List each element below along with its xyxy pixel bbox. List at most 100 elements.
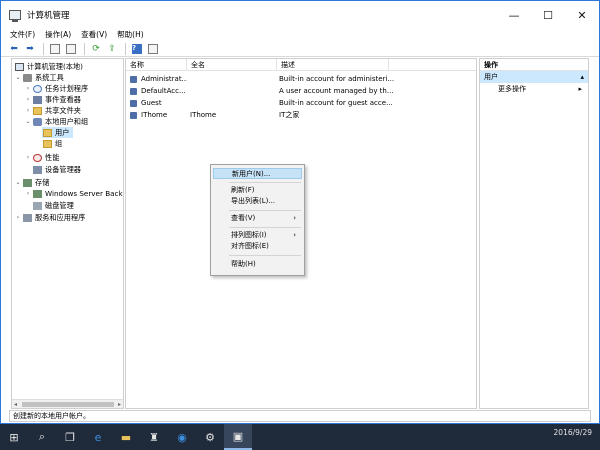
tree-item-label: 存储 bbox=[35, 177, 50, 187]
file-explorer-icon[interactable]: ▬ bbox=[112, 424, 140, 450]
tree-item-root[interactable]: 计算机管理(本地) bbox=[14, 61, 83, 72]
column-header-name[interactable]: 名称 bbox=[126, 59, 187, 71]
context-menu: 新用户(N)... 刷新(F) 导出列表(L)... 查看(V) › 排列图标(… bbox=[210, 164, 305, 276]
task-view-icon[interactable]: ❐ bbox=[56, 424, 84, 450]
user-name: DefaultAcc... bbox=[141, 87, 186, 95]
tree-item-storage[interactable]: ⌄ 存储 bbox=[14, 177, 49, 188]
user-description: Built-in account for guest acce... bbox=[279, 99, 393, 107]
tree-item-services-apps[interactable]: › 服务和应用程序 bbox=[14, 212, 85, 223]
menu-item-help[interactable]: 帮助(H) bbox=[213, 259, 302, 270]
toolbar-separator bbox=[125, 42, 126, 55]
folder-icon bbox=[43, 128, 52, 137]
title-bar[interactable]: 计算机管理 — ☐ ✕ bbox=[1, 1, 599, 29]
tree-item-disk-management[interactable]: 磁盘管理 bbox=[32, 200, 74, 211]
computer-management-taskbar-icon[interactable]: ▣ bbox=[224, 424, 252, 450]
properties-icon[interactable] bbox=[146, 43, 160, 55]
menu-item-label: 查看(V) bbox=[231, 214, 256, 222]
menu-action[interactable]: 操作(A) bbox=[40, 29, 76, 41]
chevron-right-icon[interactable]: › bbox=[24, 85, 32, 92]
column-header-fullname[interactable]: 全名 bbox=[187, 59, 277, 71]
minimize-button[interactable]: — bbox=[497, 1, 531, 29]
menu-item-label: 帮助(H) bbox=[231, 260, 256, 268]
chevron-down-icon[interactable]: ⌄ bbox=[14, 179, 22, 186]
chevron-up-icon[interactable]: ▴ bbox=[580, 71, 584, 83]
chevron-right-icon[interactable]: › bbox=[24, 107, 32, 114]
table-row[interactable]: Administrat... Built-in account for admi… bbox=[126, 74, 476, 85]
user-icon bbox=[130, 88, 137, 95]
tree-item-performance[interactable]: › 性能 bbox=[24, 152, 59, 163]
tree-item-label: 设备管理器 bbox=[45, 164, 81, 174]
tree-item-users[interactable]: 用户 bbox=[42, 127, 74, 138]
user-description: IT之家 bbox=[279, 111, 300, 119]
menu-item-label: 排列图标(I) bbox=[231, 231, 267, 239]
actions-section-users[interactable]: 用户 ▴ bbox=[480, 71, 588, 83]
tree-item-local-users-groups[interactable]: ⌄ 本地用户和组 bbox=[24, 116, 88, 127]
chevron-right-icon[interactable]: › bbox=[24, 96, 32, 103]
taskbar-date: 2016/9/29 bbox=[553, 428, 592, 437]
up-folder-icon[interactable] bbox=[48, 43, 62, 55]
chevron-down-icon[interactable]: ⌄ bbox=[14, 74, 22, 81]
help-icon[interactable]: ? bbox=[130, 43, 144, 55]
search-icon[interactable]: ⌕ bbox=[28, 424, 56, 450]
user-name: IThome bbox=[141, 111, 168, 119]
submenu-arrow-icon: › bbox=[293, 214, 296, 222]
disk-icon bbox=[33, 201, 42, 210]
menu-help[interactable]: 帮助(H) bbox=[112, 29, 149, 41]
menu-item-align-icons[interactable]: 对齐图标(E) bbox=[213, 241, 302, 252]
tools-icon bbox=[23, 73, 32, 82]
export-list-icon[interactable]: ⇪ bbox=[105, 43, 119, 55]
tree-item-shared-folders[interactable]: › 共享文件夹 bbox=[24, 105, 81, 116]
computer-management-icon bbox=[9, 10, 21, 22]
tree-item-windows-server-backup[interactable]: › Windows Server Back bbox=[24, 188, 123, 199]
user-fullname: IThome bbox=[190, 111, 217, 119]
edge-browser-icon[interactable]: e bbox=[84, 424, 112, 450]
tree-item-task-scheduler[interactable]: › 任务计划程序 bbox=[24, 83, 88, 94]
show-tree-icon[interactable] bbox=[64, 43, 78, 55]
more-actions-item[interactable]: 更多操作 ▸ bbox=[480, 83, 588, 95]
menu-item-export-list[interactable]: 导出列表(L)... bbox=[213, 196, 302, 207]
maximize-button[interactable]: ☐ bbox=[531, 1, 565, 29]
forward-arrow-icon[interactable]: ➡ bbox=[23, 43, 37, 55]
menu-item-new-user[interactable]: 新用户(N)... bbox=[213, 168, 302, 179]
back-arrow-icon[interactable]: ⬅ bbox=[7, 43, 21, 55]
tree-item-label: 事件查看器 bbox=[45, 94, 81, 104]
table-row[interactable]: Guest Built-in account for guest acce... bbox=[126, 98, 476, 109]
table-row[interactable]: IThome IThome IT之家 bbox=[126, 110, 476, 121]
scroll-right-icon[interactable]: ▸ bbox=[118, 401, 121, 408]
menu-item-arrange-icons[interactable]: 排列图标(I) › bbox=[213, 230, 302, 241]
scrollbar-thumb[interactable] bbox=[22, 402, 114, 407]
close-button[interactable]: ✕ bbox=[565, 1, 599, 29]
globe-icon[interactable]: ◉ bbox=[168, 424, 196, 450]
chevron-right-icon[interactable]: › bbox=[24, 190, 32, 197]
tree-item-system-tools[interactable]: ⌄ 系统工具 bbox=[14, 72, 64, 83]
tree-item-label: 用户 bbox=[55, 127, 70, 137]
settings-gear-icon[interactable]: ⚙ bbox=[196, 424, 224, 450]
menu-item-view[interactable]: 查看(V) › bbox=[213, 213, 302, 224]
folder-icon bbox=[43, 139, 52, 148]
refresh-icon[interactable]: ⟳ bbox=[89, 43, 103, 55]
tree-item-event-viewer[interactable]: › 事件查看器 bbox=[24, 94, 81, 105]
menu-view[interactable]: 查看(V) bbox=[76, 29, 112, 41]
menu-separator bbox=[229, 255, 301, 256]
menu-file[interactable]: 文件(F) bbox=[5, 29, 40, 41]
store-icon[interactable]: ♜ bbox=[140, 424, 168, 450]
window-title: 计算机管理 bbox=[27, 11, 70, 21]
chevron-right-icon[interactable]: › bbox=[14, 214, 22, 221]
taskbar-clock[interactable]: 2016/9/29 bbox=[554, 428, 592, 437]
toolbar-separator bbox=[43, 42, 44, 55]
table-row[interactable]: DefaultAcc... A user account managed by … bbox=[126, 86, 476, 97]
tree-item-groups[interactable]: 组 bbox=[42, 138, 62, 149]
chevron-down-icon[interactable]: ⌄ bbox=[24, 118, 32, 125]
menu-item-refresh[interactable]: 刷新(F) bbox=[213, 185, 302, 196]
tree-horizontal-scrollbar[interactable]: ◂ ▸ bbox=[12, 399, 123, 408]
tree-item-label: 共享文件夹 bbox=[45, 105, 81, 115]
chevron-right-icon[interactable]: › bbox=[24, 154, 32, 161]
column-header-description[interactable]: 描述 bbox=[277, 59, 389, 71]
tree-item-device-manager[interactable]: 设备管理器 bbox=[32, 164, 81, 175]
actions-header: 操作 bbox=[480, 59, 588, 71]
menu-item-label: 新用户(N)... bbox=[232, 170, 271, 178]
scroll-left-icon[interactable]: ◂ bbox=[14, 401, 17, 408]
windows-start-icon[interactable]: ⊞ bbox=[0, 424, 28, 450]
user-icon bbox=[130, 76, 137, 83]
menu-item-label: 导出列表(L)... bbox=[231, 197, 276, 205]
